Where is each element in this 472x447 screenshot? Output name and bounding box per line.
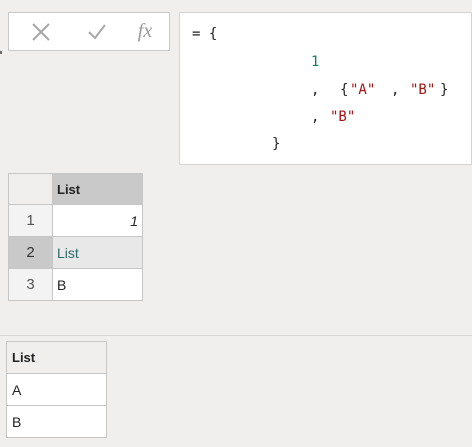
row-number[interactable]: 1	[8, 204, 53, 237]
formula-bar-buttons: fx	[8, 12, 170, 51]
close-icon	[32, 22, 50, 41]
code-list-close: }	[440, 82, 449, 98]
confirm-button[interactable]	[79, 13, 115, 50]
grid-cell[interactable]: 1	[52, 204, 143, 237]
code-comma: ,	[311, 109, 320, 125]
row-number[interactable]: 2	[8, 236, 53, 269]
grid-cell[interactable]: B	[52, 268, 143, 301]
formula-editor[interactable]: = { 1 , { "A" , "B" } , "B" }	[179, 12, 472, 165]
code-list-open: {	[340, 82, 349, 98]
table-row: 1 1	[8, 204, 143, 237]
code-string-b: "B"	[410, 82, 436, 98]
code-comma: ,	[391, 82, 400, 98]
checkmark-icon	[88, 23, 106, 40]
grid-cell-list-link[interactable]: List	[52, 236, 143, 269]
list-item: A	[6, 373, 107, 406]
cancel-button[interactable]	[23, 13, 59, 50]
preview-cell[interactable]: A	[6, 373, 107, 406]
result-grid: List 1 1 2 List 3 B	[8, 173, 143, 301]
code-close-brace: }	[272, 136, 281, 152]
preview-table: List A B	[6, 341, 107, 438]
preview-header-row: List	[6, 341, 107, 374]
table-row-selected: 2 List	[8, 236, 143, 269]
code-number: 1	[311, 54, 320, 70]
grid-corner[interactable]	[8, 173, 53, 205]
fx-icon: fx	[137, 20, 153, 42]
row-number[interactable]: 3	[8, 268, 53, 301]
preview-column-header: List	[6, 341, 107, 374]
left-edge-marker	[0, 51, 2, 54]
table-row: 3 B	[8, 268, 143, 301]
insert-function-button[interactable]: fx	[127, 13, 163, 50]
column-header-list[interactable]: List	[52, 173, 143, 205]
preview-cell[interactable]: B	[6, 405, 107, 438]
code-string-b: "B"	[330, 109, 356, 125]
list-item: B	[6, 405, 107, 438]
code-string-a: "A"	[350, 82, 376, 98]
pane-divider[interactable]	[0, 335, 472, 336]
code-open-brace: = {	[192, 26, 218, 42]
code-comma: ,	[311, 82, 320, 98]
grid-header-row: List	[8, 173, 143, 205]
